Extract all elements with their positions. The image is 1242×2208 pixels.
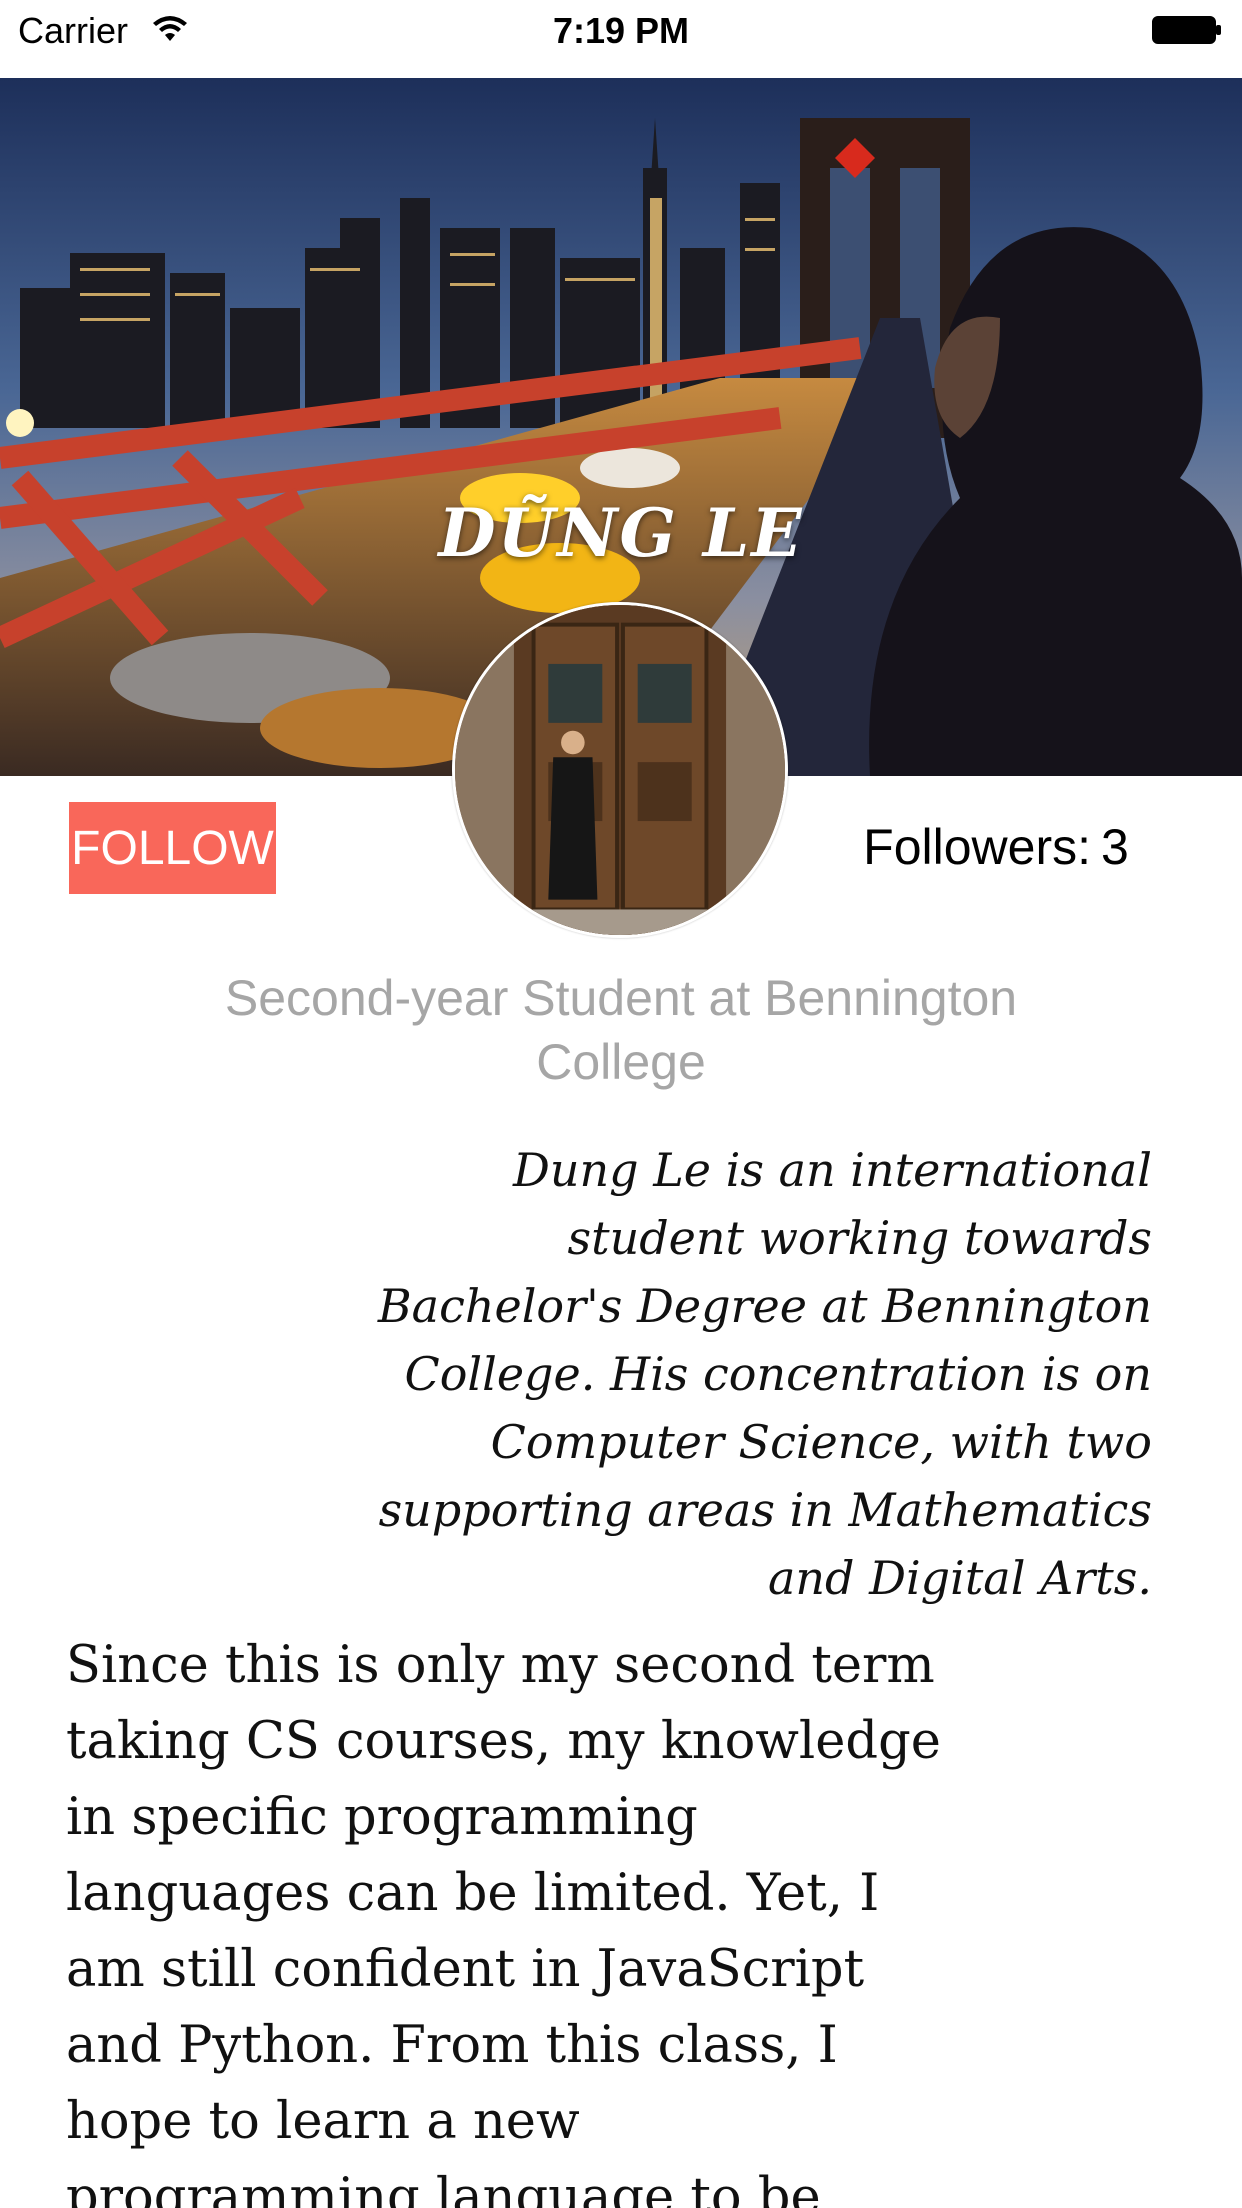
profile-about-text: Since this is only my second term taking… (66, 1636, 941, 2208)
battery-icon (1152, 16, 1221, 44)
followers-label: Followers: (863, 819, 1092, 875)
clock-label: 7:19 PM (552, 10, 690, 51)
profile-subtitle: Second-year Student at Bennington Colleg… (224, 970, 1018, 1090)
profile-screen: Carrier 7:19 PM DŨNG LE FOLLOW Followers… (0, 0, 1242, 2208)
followers-count: Followers: 3 (820, 818, 1172, 876)
avatar[interactable] (452, 602, 788, 938)
follow-button[interactable]: FOLLOW (69, 802, 276, 894)
avatar-image (455, 605, 785, 935)
profile-bio: Dung Le is an international student work… (377, 1143, 1152, 1605)
profile-name: DŨNG LE (438, 494, 804, 572)
status-bar: Carrier 7:19 PM (0, 0, 1242, 60)
followers-value: 3 (1101, 819, 1129, 875)
